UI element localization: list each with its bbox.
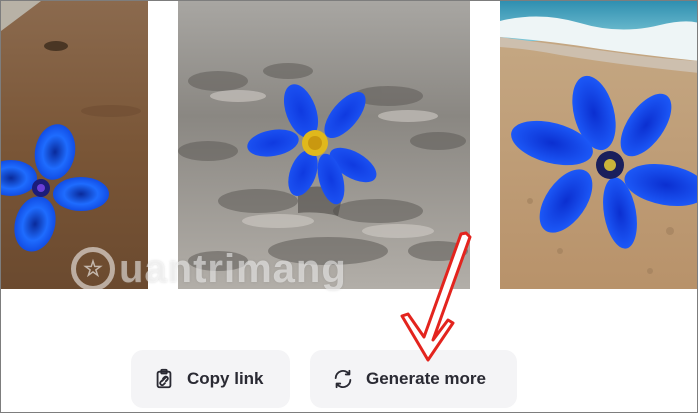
copy-link-label: Copy link	[187, 369, 264, 388]
generate-more-label: Generate more	[366, 369, 486, 388]
clipboard-link-icon	[153, 368, 175, 390]
result-image-1[interactable]	[1, 1, 148, 289]
refresh-icon	[332, 368, 354, 390]
generate-more-button[interactable]: Generate more	[310, 350, 517, 408]
result-image-3[interactable]	[500, 1, 697, 289]
image-results-panel: ☆ uantrimang Copy link Generate more	[0, 0, 698, 413]
result-image-2[interactable]	[178, 1, 470, 289]
copy-link-button[interactable]: Copy link	[131, 350, 290, 408]
